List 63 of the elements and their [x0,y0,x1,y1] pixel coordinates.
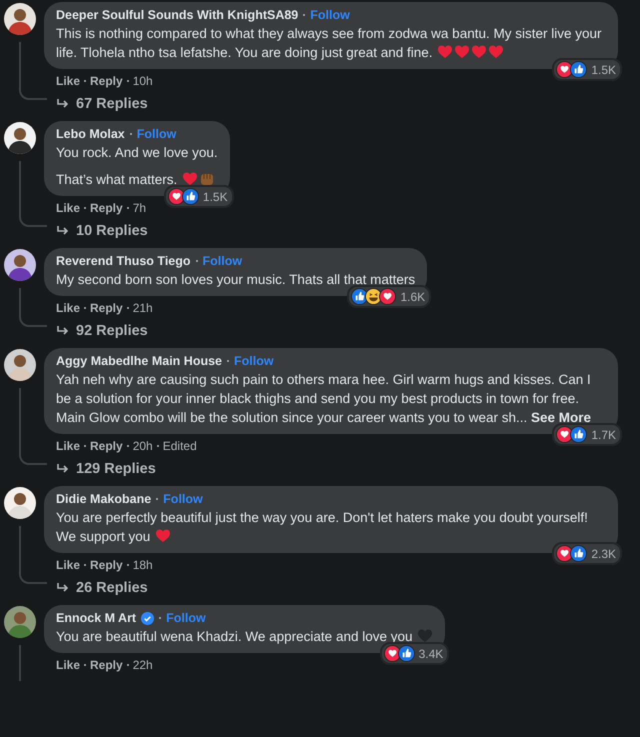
edited-label: Edited [162,439,197,453]
view-replies-link[interactable]: 92 Replies [44,322,154,340]
reply-link[interactable]: Reply [90,558,123,572]
avatar[interactable] [4,349,36,381]
comment-time: 7h [132,201,146,215]
comment-time: 21h [132,301,153,315]
author-name[interactable]: Lebo Molax [56,127,125,141]
fist-icon [199,171,216,187]
like-link[interactable]: Like [56,658,80,672]
author-name[interactable]: Deeper Soulful Sounds With KnightSA89 [56,8,298,22]
heart-icon [155,528,172,544]
like-icon [182,188,199,205]
like-icon [570,426,588,443]
like-icon [570,545,588,562]
author-name[interactable]: Reverend Thuso Tiego [56,254,191,268]
comment-time: 10h [132,74,153,88]
view-replies-link[interactable]: 10 Replies [44,222,154,240]
heart-icon [182,171,198,187]
comment-time: 20h [132,439,153,453]
reply-arrow-icon [56,98,70,110]
author-name[interactable]: Aggy Mabedlhe Main House [56,354,222,368]
heart-icon [437,44,454,60]
reply-link[interactable]: Reply [90,439,123,453]
reply-link[interactable]: Reply [90,201,123,215]
avatar[interactable] [4,606,36,638]
heart-icon [417,628,434,644]
like-link[interactable]: Like [56,558,80,572]
view-replies-link[interactable]: 26 Replies [44,579,154,597]
heart-icon [471,44,488,60]
author-name[interactable]: Ennock M Art [56,611,136,625]
reaction-summary[interactable]: 1.6K [347,285,432,308]
reply-link[interactable]: Reply [90,74,123,88]
reaction-summary[interactable]: 2.3K [552,542,622,565]
view-replies-link[interactable]: 129 Replies [44,460,162,478]
heart-icon [454,44,470,60]
thread-line [19,288,47,327]
author-name[interactable]: Didie Makobane [56,492,152,506]
avatar[interactable] [4,487,36,519]
reply-arrow-icon [56,463,70,475]
avatar[interactable] [4,249,36,281]
comment-text: You rock. And we love you. [56,144,218,162]
like-icon [398,645,415,662]
like-link[interactable]: Like [56,74,80,88]
like-icon [570,61,588,78]
like-link[interactable]: Like [56,301,80,315]
reaction-summary[interactable]: 1.5K [552,58,622,81]
reply-link[interactable]: Reply [90,301,123,315]
reply-arrow-icon [56,225,70,237]
reaction-summary[interactable]: 3.4K [380,642,450,665]
view-replies-link[interactable]: 67 Replies [44,95,154,113]
comment-time: 18h [132,558,153,572]
reply-arrow-icon [56,582,70,594]
love-icon [379,288,396,305]
reaction-summary[interactable]: 1.7K [552,423,622,446]
reply-link[interactable]: Reply [90,658,123,672]
reaction-summary[interactable]: 1.5K [164,185,234,208]
avatar[interactable] [4,122,36,154]
heart-icon [488,44,504,60]
like-link[interactable]: Like [56,439,80,453]
avatar[interactable] [4,3,36,35]
reply-arrow-icon [56,325,70,337]
comment-time: 22h [132,658,153,672]
like-link[interactable]: Like [56,201,80,215]
